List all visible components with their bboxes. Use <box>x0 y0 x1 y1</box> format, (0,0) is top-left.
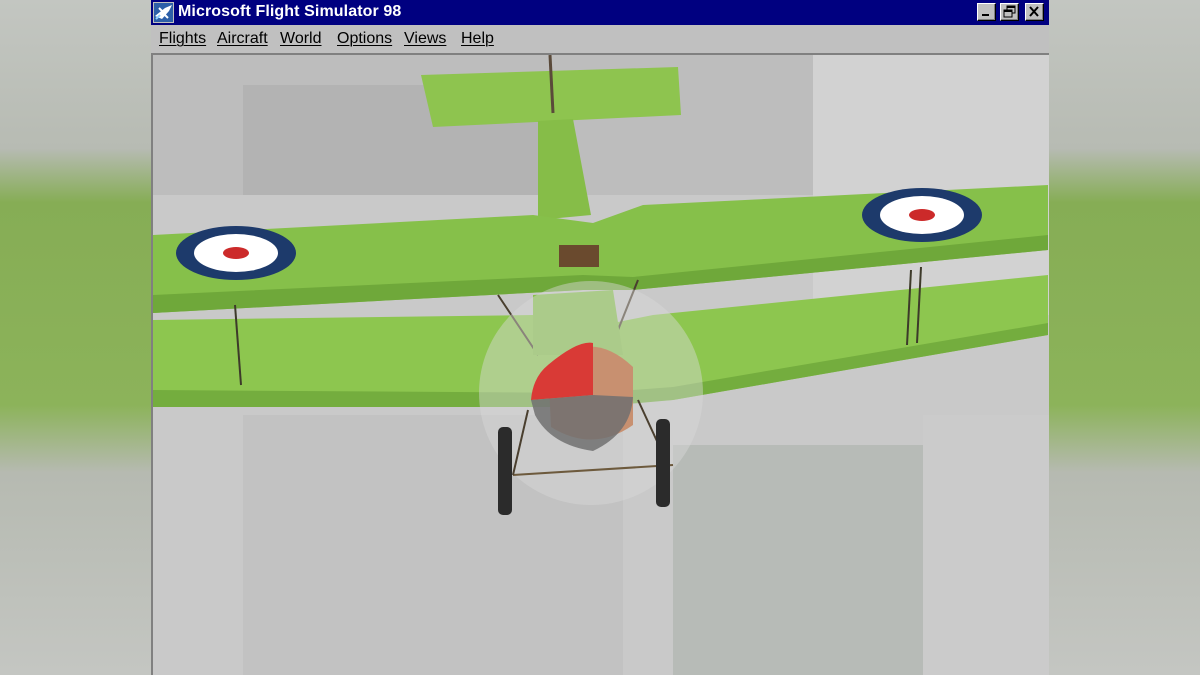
cockpit <box>559 245 599 267</box>
title-bar[interactable]: Microsoft Flight Simulator 98 <box>151 0 1049 25</box>
background-blur-left <box>0 0 151 675</box>
close-icon <box>1029 6 1039 17</box>
app-window: Microsoft Flight Simulator 98 Flights Ai… <box>151 0 1049 675</box>
flight-viewport[interactable] <box>151 53 1049 675</box>
menu-views[interactable]: Views <box>404 30 446 48</box>
background-blur-right <box>1049 0 1200 675</box>
menu-options[interactable]: Options <box>337 30 392 48</box>
roundel-left <box>176 226 296 280</box>
minimize-button[interactable] <box>977 3 996 21</box>
restore-icon <box>1003 5 1016 18</box>
haze-block <box>923 415 1049 675</box>
menu-help[interactable]: Help <box>461 30 494 48</box>
haze-block <box>813 55 1049 315</box>
haze-block <box>673 445 933 675</box>
wheel-left <box>498 427 512 515</box>
menu-bar: Flights Aircraft World Options Views Hel… <box>151 25 1049 53</box>
wheel-right <box>656 419 670 507</box>
window-title: Microsoft Flight Simulator 98 <box>178 3 402 20</box>
minimize-icon <box>982 14 989 16</box>
roundel-right <box>862 188 982 242</box>
close-button[interactable] <box>1025 3 1044 21</box>
menu-world[interactable]: World <box>280 30 322 48</box>
menu-flights[interactable]: Flights <box>159 30 206 48</box>
app-icon[interactable] <box>153 2 174 23</box>
menu-aircraft[interactable]: Aircraft <box>217 30 268 48</box>
restore-button[interactable] <box>1000 3 1019 21</box>
flight-scene <box>153 55 1049 675</box>
